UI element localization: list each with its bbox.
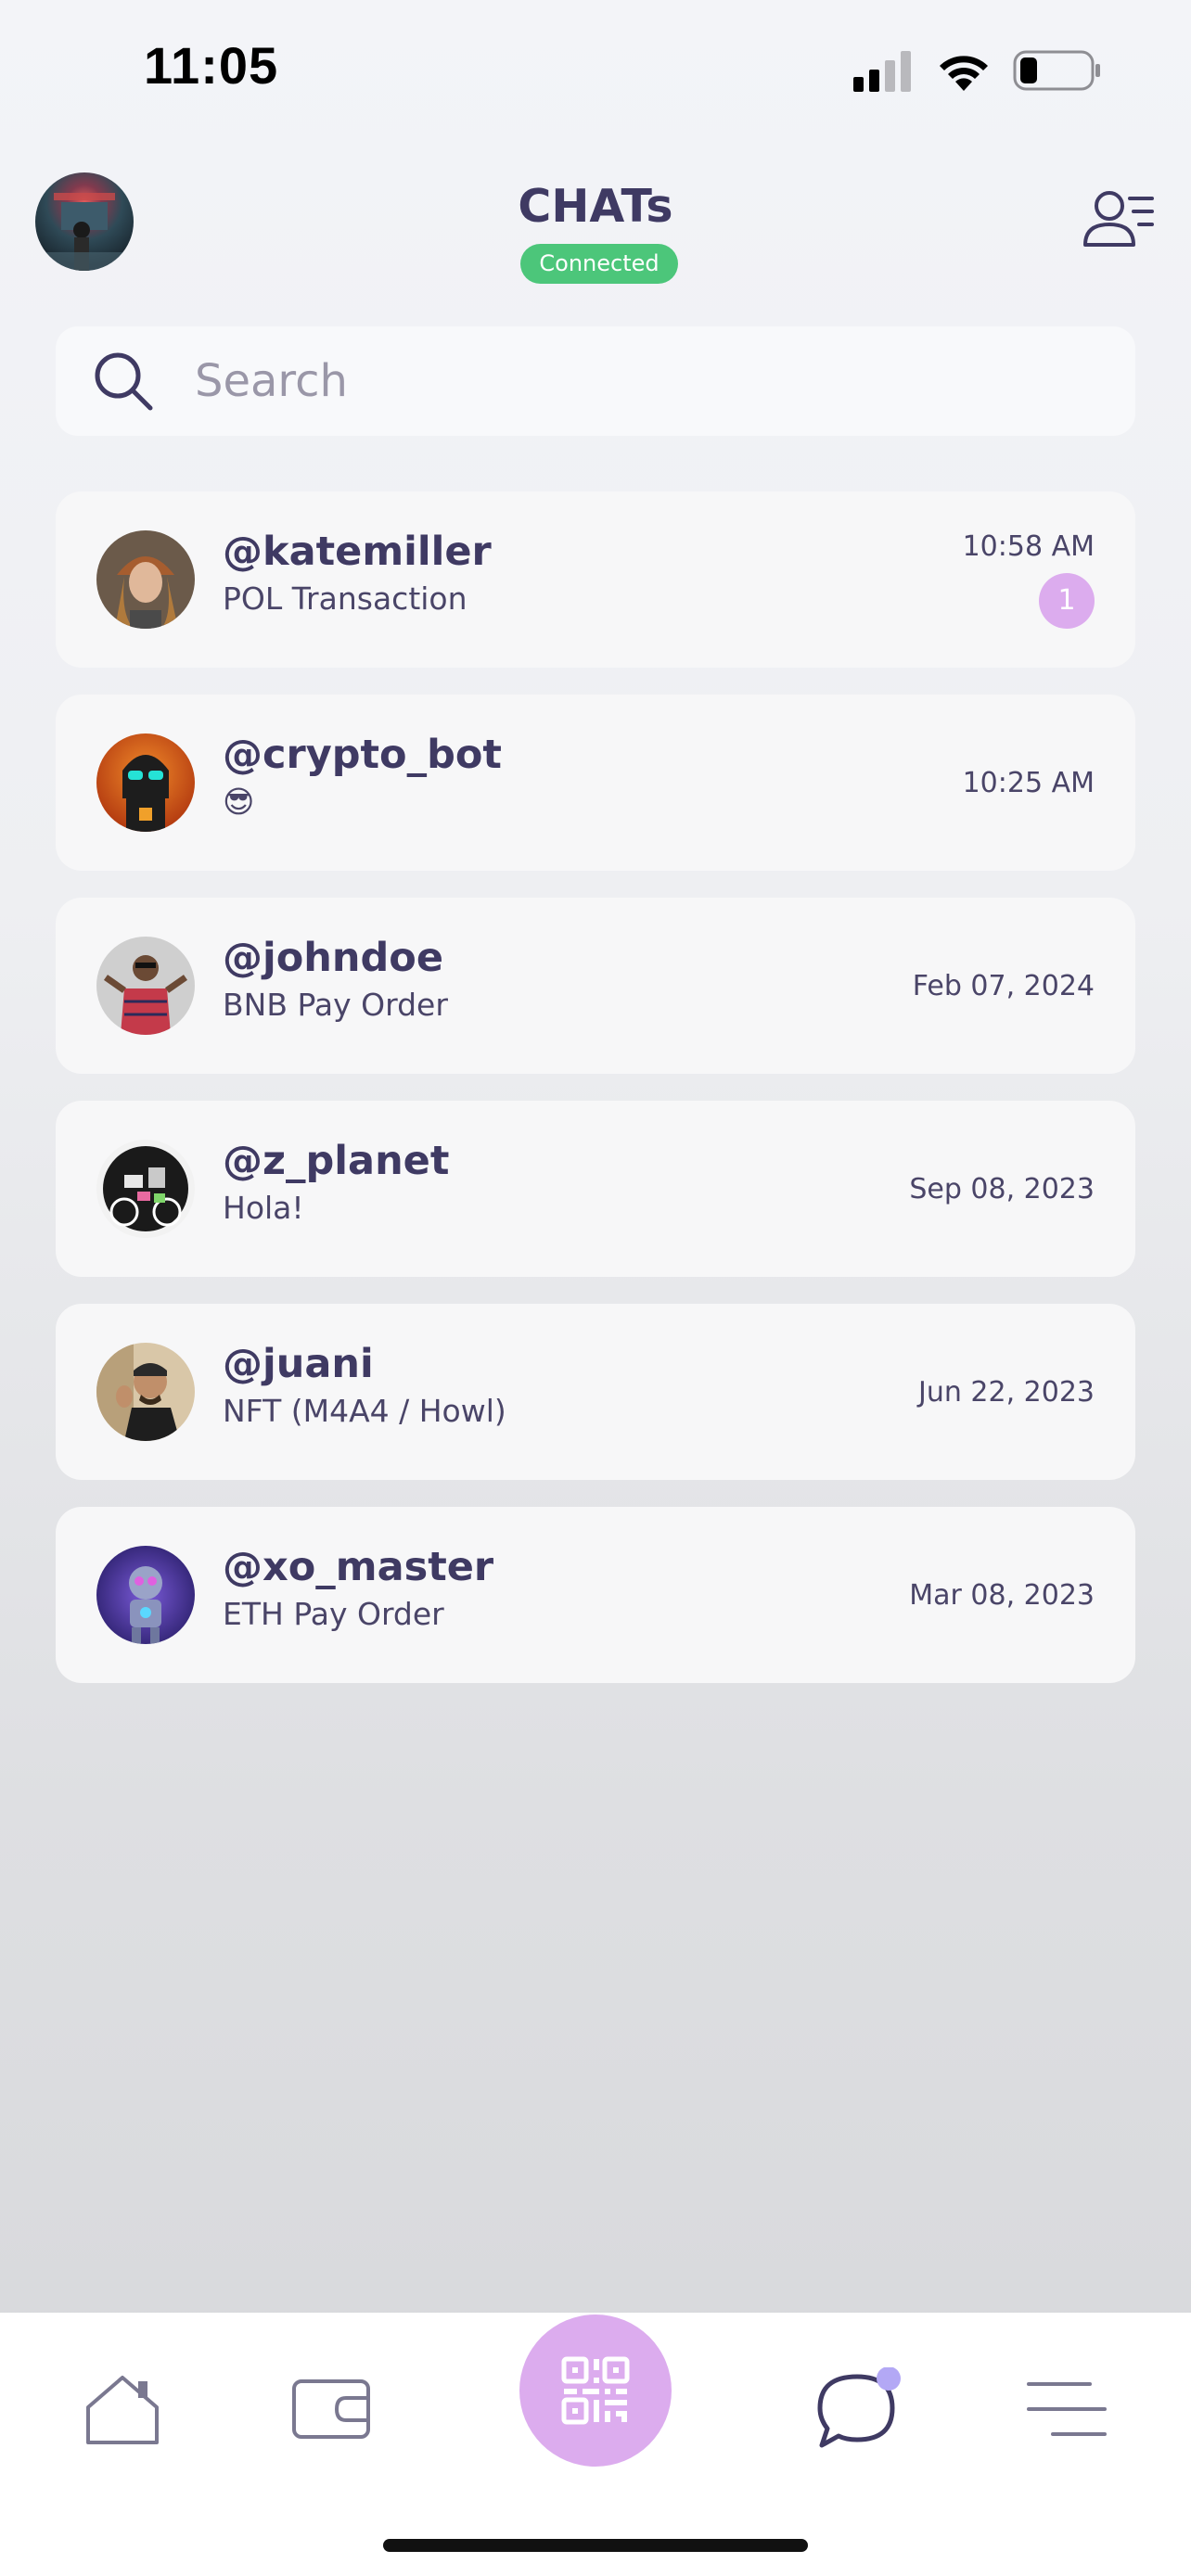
chat-item-crypto-bot[interactable]: @crypto_bot 😎 10:25 AM xyxy=(56,695,1135,871)
menu-icon xyxy=(1027,2382,1107,2436)
header: CHATs Connected xyxy=(0,167,1191,306)
chat-item-johndoe[interactable]: @johndoe BNB Pay Order Feb 07, 2024 xyxy=(56,898,1135,1074)
search-icon xyxy=(95,352,153,411)
chat-preview: NFT (M4A4 / Howl) xyxy=(223,1393,506,1429)
chat-time: Jun 22, 2023 xyxy=(917,1376,1095,1409)
chat-username: @johndoe xyxy=(223,935,443,981)
chat-item-katemiller[interactable]: @katemiller POL Transaction 10:58 AM 1 xyxy=(56,491,1135,668)
status-bar: 11:05 xyxy=(0,0,1191,139)
chat-preview: Hola! xyxy=(223,1190,304,1226)
connection-status-badge: Connected xyxy=(520,244,678,284)
cellular-signal-icon xyxy=(853,51,911,92)
home-indicator xyxy=(383,2539,808,2552)
chat-item-juani[interactable]: @juani NFT (M4A4 / Howl) Jun 22, 2023 xyxy=(56,1304,1135,1480)
wifi-icon xyxy=(940,56,988,91)
chat-icon xyxy=(817,2367,901,2448)
status-time: 11:05 xyxy=(144,36,279,95)
home-icon xyxy=(86,2376,159,2444)
nav-menu-button[interactable] xyxy=(1020,2363,1113,2455)
search-input[interactable] xyxy=(195,326,1104,436)
chat-username: @z_planet xyxy=(223,1138,450,1184)
avatar xyxy=(96,1343,195,1441)
qr-code-icon xyxy=(561,2356,630,2425)
chat-time: 10:25 AM xyxy=(962,767,1095,799)
unread-badge: 1 xyxy=(1039,573,1095,629)
chat-preview: 😎 xyxy=(223,784,255,820)
avatar xyxy=(96,1546,195,1644)
chat-preview: ETH Pay Order xyxy=(223,1596,444,1632)
chat-username: @juani xyxy=(223,1341,374,1387)
nav-chat-button[interactable] xyxy=(813,2363,905,2455)
avatar xyxy=(96,530,195,629)
chat-time: 10:58 AM xyxy=(962,530,1095,563)
wallet-icon xyxy=(292,2379,370,2439)
nav-home-button[interactable] xyxy=(76,2363,169,2455)
contacts-icon xyxy=(1083,191,1154,247)
chat-time: Feb 07, 2024 xyxy=(912,970,1095,1002)
chat-username: @katemiller xyxy=(223,529,492,575)
chat-preview: POL Transaction xyxy=(223,580,467,617)
contacts-button[interactable] xyxy=(1082,187,1156,254)
chat-username: @crypto_bot xyxy=(223,732,502,778)
qr-scan-button[interactable] xyxy=(519,2315,672,2467)
chat-list: @katemiller POL Transaction 10:58 AM 1 @… xyxy=(56,491,1135,1710)
nav-wallet-button[interactable] xyxy=(286,2363,378,2455)
chat-time: Sep 08, 2023 xyxy=(909,1173,1095,1205)
avatar xyxy=(96,733,195,832)
battery-icon xyxy=(1013,50,1100,91)
page-title: CHATs xyxy=(518,180,673,233)
notification-dot xyxy=(877,2367,901,2391)
chat-item-z-planet[interactable]: @z_planet Hola! Sep 08, 2023 xyxy=(56,1101,1135,1277)
avatar xyxy=(96,1140,195,1238)
chat-preview: BNB Pay Order xyxy=(223,987,448,1023)
status-icons xyxy=(853,46,1102,95)
chat-item-xo-master[interactable]: @xo_master ETH Pay Order Mar 08, 2023 xyxy=(56,1507,1135,1683)
avatar xyxy=(96,937,195,1035)
chat-time: Mar 08, 2023 xyxy=(909,1579,1095,1612)
search-box[interactable] xyxy=(56,326,1135,436)
chat-username: @xo_master xyxy=(223,1544,494,1590)
